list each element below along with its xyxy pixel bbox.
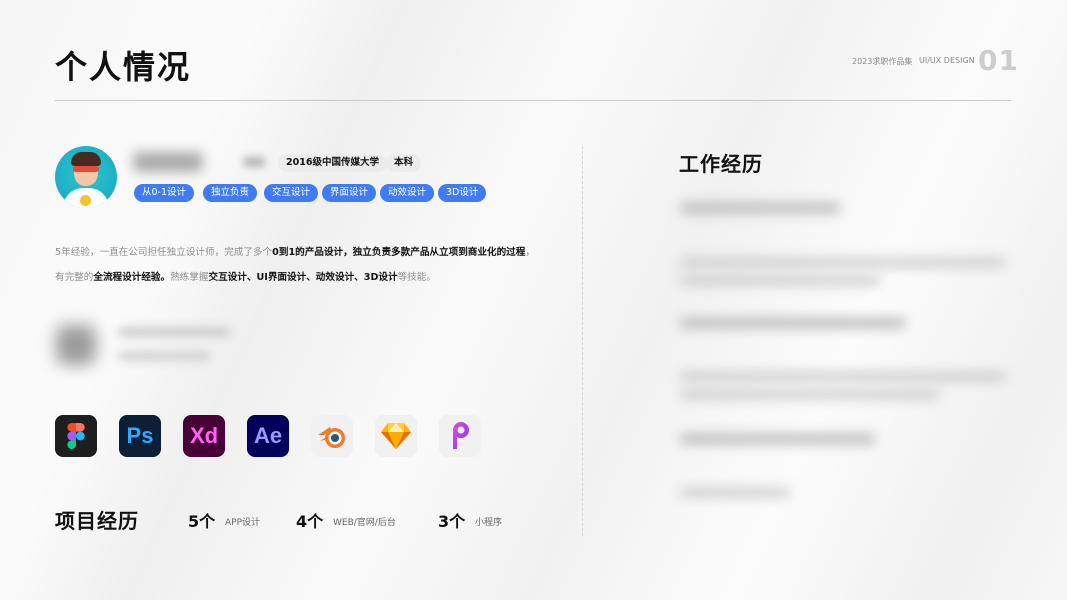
work-detail-redacted	[680, 390, 940, 399]
education-degree: 本科	[386, 154, 422, 172]
contact-line-redacted	[118, 352, 210, 360]
work-entry-redacted	[680, 203, 840, 213]
portfolio-year-label: 2023求职作品集	[852, 57, 913, 66]
skill-tag: 独立负责	[203, 184, 258, 202]
project-count-app: 5个	[188, 512, 216, 531]
work-detail-redacted	[680, 258, 1005, 267]
column-divider	[582, 146, 583, 536]
project-count-miniapp: 3个	[438, 512, 466, 531]
work-title: 工作经历	[679, 152, 763, 176]
work-entry-redacted	[680, 318, 905, 328]
avatar	[55, 146, 117, 208]
pixso-icon	[439, 415, 481, 457]
skill-tag: 动效设计	[380, 184, 435, 202]
design-category-label: UI/UX DESIGN	[919, 56, 975, 65]
projects-title: 项目经历	[55, 509, 139, 533]
skill-tag: 界面设计	[322, 184, 377, 202]
name-redacted	[133, 152, 203, 172]
education-school: 2016级中国传媒大学	[278, 154, 387, 172]
work-detail-redacted	[680, 372, 1005, 381]
skill-tag: 交互设计	[264, 184, 319, 202]
project-count-web: 4个	[296, 512, 324, 531]
project-label-app: APP设计	[225, 518, 261, 528]
skill-tag: 3D设计	[438, 184, 487, 202]
after-effects-icon: Ae	[247, 415, 289, 457]
contact-line-redacted	[118, 328, 230, 336]
contact-qr-redacted	[56, 325, 96, 365]
figma-icon	[55, 415, 97, 457]
skill-tag: 从0-1设计	[134, 184, 195, 202]
work-detail-redacted	[680, 276, 880, 285]
work-entry-redacted	[680, 434, 875, 444]
intro-paragraph: 5年经验，一直在公司担任独立设计师，完成了多个0到1的产品设计，独立负责多款产品…	[55, 247, 535, 283]
page-number: 01	[978, 44, 1019, 77]
project-label-miniapp: 小程序	[475, 518, 503, 528]
xd-icon: Xd	[183, 415, 225, 457]
header-divider	[55, 100, 1011, 101]
project-label-web: WEB/官网/后台	[333, 518, 396, 528]
sketch-icon	[375, 415, 417, 457]
work-detail-redacted	[680, 488, 790, 497]
blender-icon	[311, 415, 353, 457]
gender-redacted	[243, 157, 265, 167]
photoshop-icon: Ps	[119, 415, 161, 457]
page-title: 个人情况	[55, 48, 192, 86]
